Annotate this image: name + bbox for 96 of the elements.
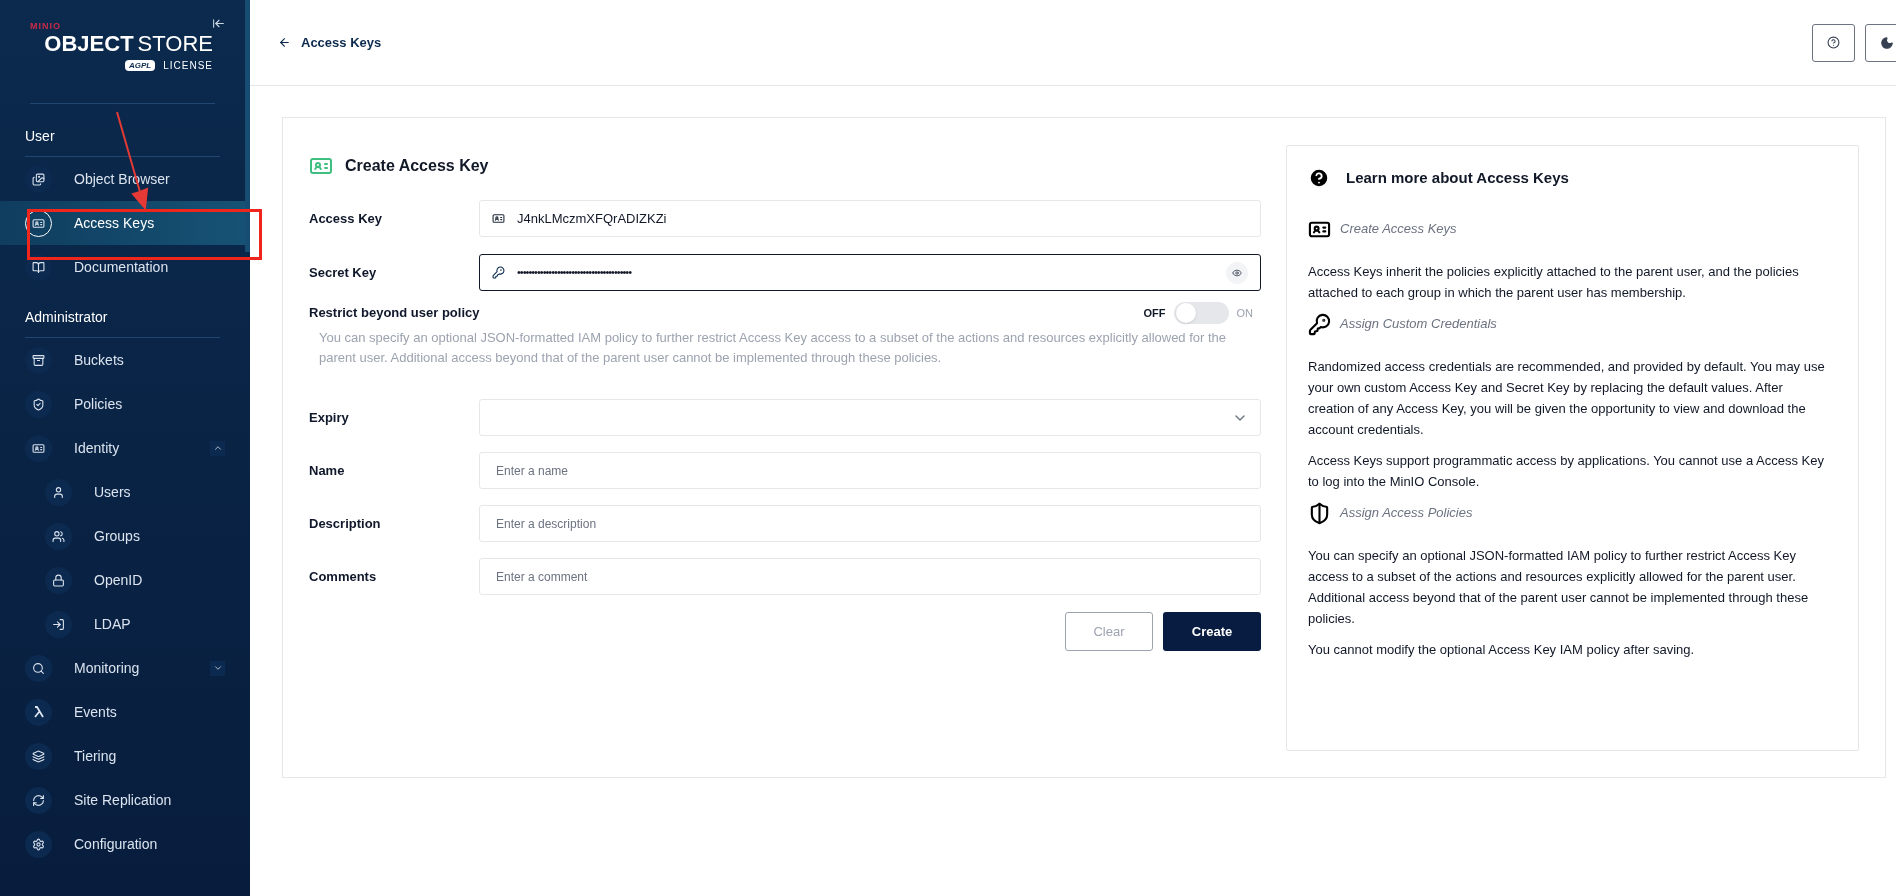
search-icon [32, 661, 45, 675]
field-label: Secret Key [309, 263, 378, 282]
logo-brand: MINIO [30, 22, 61, 31]
nav-item[interactable]: Buckets [0, 338, 245, 382]
field-label: Name [309, 461, 346, 480]
nav-item[interactable]: Configuration [0, 822, 245, 866]
license-badge: AGPL [124, 60, 156, 71]
nav-label: Documentation [74, 257, 170, 277]
nav-label: Configuration [74, 834, 159, 854]
key-icon [1308, 312, 1331, 336]
field-label: Restrict beyond user policy [309, 304, 481, 323]
nav-item[interactable]: Tiering [0, 734, 245, 778]
section-title: User [24, 127, 56, 146]
help-button[interactable] [1812, 23, 1855, 62]
id-card-icon [492, 212, 505, 225]
lambda-icon [31, 705, 46, 719]
nav-label: Monitoring [74, 658, 141, 678]
eye-icon [1232, 267, 1242, 278]
nav-item[interactable]: OpenID [0, 558, 245, 602]
field-label: Description [309, 514, 382, 533]
help-paragraph: Randomized access credentials are recommended, and provided by default. You may use your own custom Access Key and Secret Key by replacing the default values. After creation of any Access Key, you will be given the opportunity to view and download the account credentials. [1308, 357, 1826, 439]
nav-item[interactable]: Users [0, 470, 245, 514]
logo-product: STORE [137, 33, 213, 55]
help-icon [1308, 167, 1330, 190]
lock-icon [52, 573, 65, 587]
access-key-field[interactable]: J4nkLMczmXFQrADIZKZi [479, 200, 1261, 237]
help-icon [1827, 36, 1840, 49]
text-field[interactable]: Enter a name [479, 452, 1261, 489]
restrict-description: You can specify an optional JSON-formatted IAM policy to further restrict Access Key access to a subset of the actions and resources explicitly allowed for the parent user. Additional access beyond that of the parent user cannot be implemented through these policies. [319, 329, 1228, 367]
nav-label: Users [94, 482, 132, 502]
id-card-icon [32, 441, 45, 455]
field-label: Access Key [309, 209, 383, 228]
form-title: Create Access Key [345, 156, 489, 176]
nav-item[interactable]: Groups [0, 514, 245, 558]
user-icon [52, 485, 65, 499]
nav-label: Groups [94, 526, 141, 546]
nav-label: Buckets [74, 350, 125, 370]
image-icon [32, 172, 45, 186]
text-field[interactable]: Enter a description [479, 505, 1261, 542]
secret-key-field[interactable]: •••••••••••••••••••••••••••••••••••••••• [479, 254, 1261, 291]
book-icon [32, 260, 45, 274]
id-card-icon [32, 216, 45, 230]
create-button[interactable]: Create [1163, 612, 1261, 651]
moon-icon [1879, 35, 1894, 50]
nav-item[interactable]: Monitoring [0, 646, 245, 690]
help-heading: Assign Custom Credentials [1340, 315, 1497, 334]
nav-label: Identity [74, 438, 121, 458]
settings-icon [32, 837, 45, 851]
nav-label: LDAP [94, 614, 132, 634]
nav-label: Site Replication [74, 790, 173, 810]
chevron-down-icon [212, 663, 223, 673]
layers-icon [32, 749, 45, 763]
nav-item[interactable]: Access Keys [0, 201, 245, 245]
help-heading: Assign Access Policies [1340, 504, 1473, 523]
logo-product: OBJECT [44, 33, 134, 55]
sync-icon [32, 793, 45, 807]
nav-item[interactable]: Documentation [0, 245, 245, 289]
section-title: Administrator [24, 308, 109, 327]
expand-toggle[interactable] [210, 440, 225, 456]
nav-item[interactable]: Site Replication [0, 778, 245, 822]
nav-item[interactable]: Policies [0, 382, 245, 426]
help-heading: Create Access Keys [1340, 220, 1457, 239]
nav-item[interactable]: Identity [0, 426, 245, 470]
help-paragraph: Access Keys support programmatic access by applications. You cannot use a Access Key to log into the MinIO Console. [1308, 451, 1825, 491]
text-field[interactable]: Enter a comment [479, 558, 1261, 595]
help-paragraph: You cannot modify the optional Access Key IAM policy after saving. [1308, 640, 1696, 659]
shield-icon [1308, 501, 1331, 525]
nav-item[interactable]: Events [0, 690, 245, 734]
back-link[interactable]: Access Keys [278, 32, 1812, 53]
login-icon [52, 617, 65, 631]
field-label: Comments [309, 567, 378, 586]
toggle-off-label: OFF [1143, 305, 1166, 321]
key-icon [492, 266, 505, 279]
help-paragraph: Access Keys inherit the policies explicitly attached to the parent user, and the policies attached to each group in which the parent user has membership. [1308, 262, 1800, 302]
scrollbar[interactable] [245, 0, 250, 252]
nav-label: Tiering [74, 746, 118, 766]
nav-item[interactable]: LDAP [0, 602, 245, 646]
nav-label: Events [74, 702, 118, 722]
license-label: LICENSE [163, 59, 213, 73]
expand-toggle[interactable] [210, 660, 225, 676]
field-label: Expiry [309, 408, 350, 427]
chevron-up-icon [212, 443, 223, 453]
nav-label: OpenID [94, 570, 144, 590]
theme-button[interactable] [1865, 23, 1896, 62]
nav-label: Policies [74, 394, 124, 414]
restrict-switch[interactable] [1173, 302, 1229, 324]
back-arrow-icon [278, 36, 291, 49]
collapse-icon[interactable] [212, 17, 225, 30]
shield-icon [32, 397, 45, 411]
help-title: Learn more about Access Keys [1346, 168, 1569, 188]
nav-label: Access Keys [74, 213, 156, 233]
show-password-button[interactable] [1226, 261, 1248, 284]
bucket-icon [32, 353, 45, 367]
toggle-on-label: ON [1236, 305, 1253, 321]
help-paragraph: You can specify an optional JSON-formatted IAM policy to further restrict Access Key access to a subset of the actions and resources explicitly allowed for the parent user. Additional access beyond that of the parent user cannot be implemented through these policies. [1308, 546, 1810, 628]
group-icon [52, 529, 65, 543]
